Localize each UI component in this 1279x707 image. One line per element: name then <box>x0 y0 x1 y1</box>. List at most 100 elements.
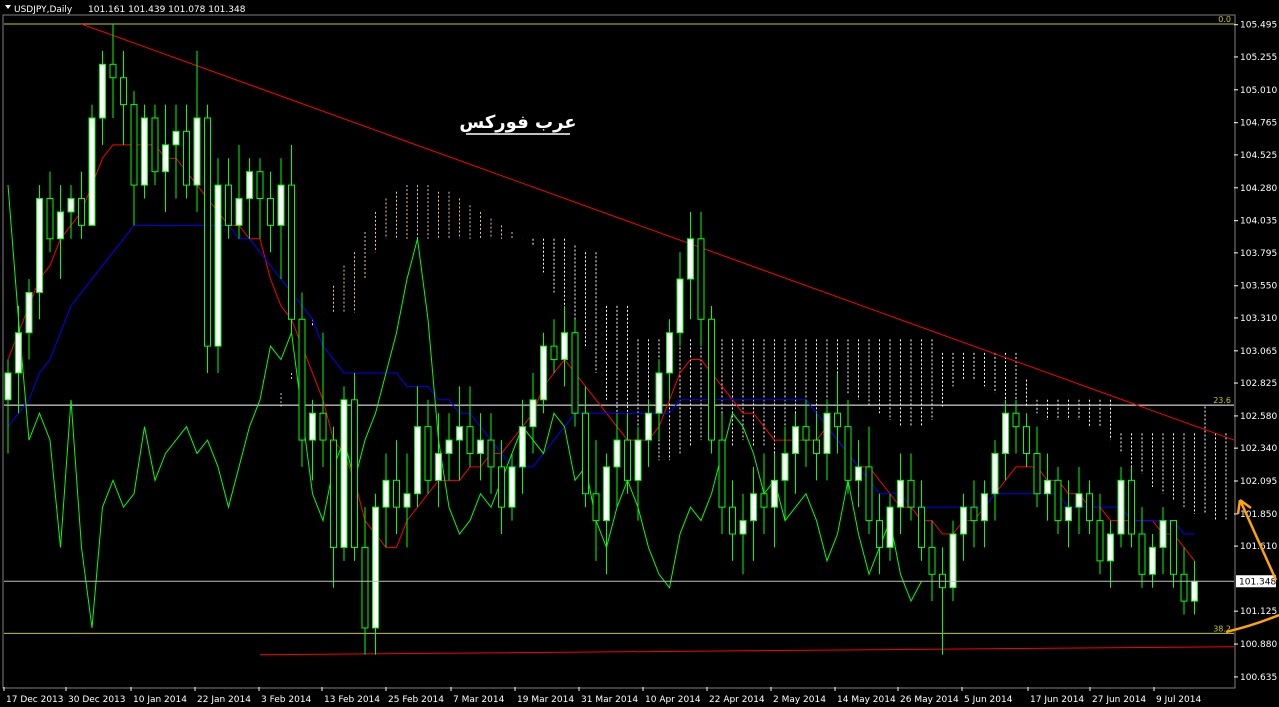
candle-body <box>466 426 474 454</box>
y-tick-label: 103.550 <box>1240 282 1277 292</box>
candle-body <box>277 184 285 226</box>
y-tick-label: 100.635 <box>1240 673 1277 683</box>
candle-body <box>1107 533 1114 562</box>
x-tick-label: 27 Jun 2014 <box>1092 695 1146 705</box>
candle-body <box>88 117 96 226</box>
candle-body <box>802 426 810 441</box>
candle-body <box>78 198 85 226</box>
candle-body <box>4 372 12 401</box>
candle-body <box>844 426 852 481</box>
candle-body <box>1180 573 1188 602</box>
y-tick-label: 104.525 <box>1240 151 1277 161</box>
candle-body <box>928 546 936 575</box>
candle-body <box>288 184 295 320</box>
candle-body <box>645 412 652 441</box>
candle-body <box>760 493 768 508</box>
candle-body <box>498 466 505 508</box>
x-tick-label: 5 Jun 2014 <box>964 695 1013 705</box>
price-axis[interactable]: 105.495 105.255 105.010 104.765 104.525 104.2… <box>1234 21 1277 683</box>
candle-body <box>750 493 757 522</box>
candle-body <box>792 426 799 454</box>
candle-body <box>25 291 33 334</box>
y-tick-label: 104.280 <box>1240 184 1277 194</box>
ohlc-values: 101.161 101.439 101.078 101.348 <box>88 5 246 15</box>
x-tick-label: 22 Apr 2014 <box>709 695 765 705</box>
candle-body <box>235 198 243 226</box>
x-tick-label: 13 Feb 2014 <box>324 695 380 705</box>
candle-body <box>970 506 978 522</box>
candle-body <box>729 506 736 535</box>
candle-body <box>886 506 894 548</box>
candle-body <box>456 426 463 441</box>
candle-body <box>403 493 411 508</box>
x-tick-label: 9 Jul 2014 <box>1156 695 1201 705</box>
candle-body <box>991 452 999 495</box>
candle-body <box>687 238 694 280</box>
candle-body <box>550 345 558 361</box>
candle-body <box>876 520 883 548</box>
candle-body <box>477 439 484 454</box>
candle-body <box>225 184 232 226</box>
candle-body <box>592 493 600 522</box>
candle-body <box>99 63 106 119</box>
price-chart[interactable]: 0.023.638.2 105.495105.255105.010104.765… <box>0 0 1279 707</box>
candle-body <box>487 439 495 468</box>
candle-body <box>1033 452 1041 495</box>
y-tick-label: 102.825 <box>1240 379 1277 389</box>
candle-body <box>918 506 925 548</box>
x-tick-label: 26 May 2014 <box>900 695 959 705</box>
candle-body <box>435 452 442 481</box>
x-tick-label: 31 Mar 2014 <box>581 695 638 705</box>
candle-body <box>708 318 715 441</box>
x-tick-label: 10 Apr 2014 <box>645 695 701 705</box>
y-tick-label: 105.495 <box>1240 21 1277 31</box>
candle-body <box>214 184 222 347</box>
fib-level-label: 0.0 <box>1218 15 1231 24</box>
candle-body <box>561 332 568 361</box>
candle-body <box>949 533 957 589</box>
candle-body <box>319 412 327 441</box>
y-tick-label: 103.065 <box>1240 347 1277 357</box>
candle-body <box>813 439 820 454</box>
candle-body <box>1002 412 1009 454</box>
candle-body <box>571 332 579 414</box>
candle-body <box>697 238 705 320</box>
candle-body <box>1075 493 1083 508</box>
candle-body <box>1117 479 1125 535</box>
fib-level-label: 23.6 <box>1213 396 1231 405</box>
x-tick-label: 10 Jan 2014 <box>133 695 187 705</box>
candle-body <box>1065 506 1072 522</box>
candle-body <box>781 452 789 481</box>
x-tick-label: 22 Jan 2014 <box>197 695 251 705</box>
chart-background <box>0 0 1279 707</box>
x-tick-label: 30 Dec 2013 <box>68 695 126 705</box>
candle-body <box>256 171 264 200</box>
candle-body <box>1086 493 1093 522</box>
candle-body <box>1170 520 1177 575</box>
candle-body <box>351 399 358 548</box>
candle-body <box>57 211 64 240</box>
x-tick-label: 25 Feb 2014 <box>388 695 444 705</box>
y-tick-label: 102.095 <box>1240 477 1277 487</box>
x-tick-label: 19 Mar 2014 <box>517 695 574 705</box>
candle-body <box>508 466 516 508</box>
candle-body <box>771 479 778 508</box>
candle-body <box>1044 479 1051 495</box>
candle-body <box>1149 546 1156 575</box>
candle-body <box>603 466 610 522</box>
candle-body <box>193 117 201 186</box>
candle-body <box>36 198 43 293</box>
candle-body <box>1012 412 1020 428</box>
price-label: 101.348 <box>1239 577 1276 587</box>
y-tick-label: 101.125 <box>1240 607 1277 617</box>
candle-body <box>739 520 747 535</box>
y-tick-label: 103.310 <box>1240 314 1277 324</box>
candle-body <box>141 117 148 186</box>
candle-body <box>382 479 390 508</box>
candle-body <box>151 117 159 173</box>
candle-body <box>823 412 831 454</box>
candle-body <box>1191 580 1198 602</box>
candle-body <box>330 439 337 548</box>
candle-body <box>267 198 274 226</box>
y-tick-label: 102.340 <box>1240 444 1277 454</box>
